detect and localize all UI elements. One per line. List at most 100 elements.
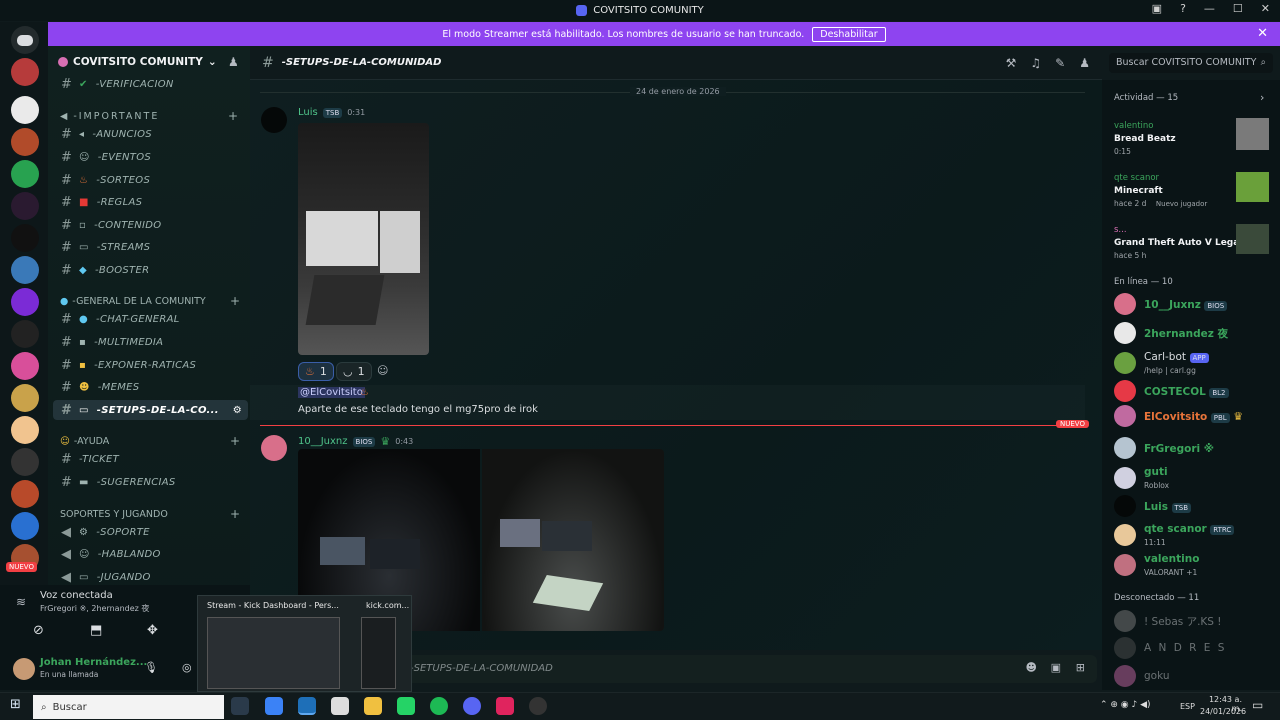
member-item[interactable]: valentino VALORANT +1	[1114, 552, 1274, 578]
channel-hablando[interactable]: ◀ ☺ -HABLANDO	[53, 544, 248, 564]
inbox-icon[interactable]: ▣	[1152, 2, 1162, 15]
add-member-icon[interactable]: ♟	[228, 55, 239, 69]
author-name[interactable]: 10__Juxnz	[298, 436, 348, 447]
server-icon[interactable]	[11, 512, 39, 540]
server-icon[interactable]	[11, 128, 39, 156]
edge-icon[interactable]	[298, 697, 316, 715]
channel-sugerencias[interactable]: # ▬ -SUGERENCIAS	[53, 472, 248, 492]
members-icon[interactable]: ♟	[1079, 56, 1090, 70]
discord-icon[interactable]	[463, 697, 481, 715]
close-window-icon[interactable]: ✕	[1261, 2, 1270, 15]
member-item[interactable]: qte scanor RTRC 11:11	[1114, 522, 1274, 548]
activity-item[interactable]: valentino Bread Beatz 0:15	[1114, 118, 1274, 157]
attachment-image[interactable]	[482, 449, 664, 631]
member-item[interactable]: ElCovitsito PBL ♛	[1114, 405, 1274, 427]
activity-item[interactable]: s... Grand Theft Auto V Legacy hace 5 h	[1114, 222, 1274, 261]
bell-icon[interactable]: ♫	[1030, 56, 1041, 70]
member-item[interactable]: 2hernandez 夜	[1114, 322, 1274, 344]
copilot-icon[interactable]	[265, 697, 283, 715]
reaction-fire[interactable]: ♨ 1	[298, 362, 334, 381]
preview-title[interactable]: kick.com...	[366, 601, 409, 610]
channel-reglas[interactable]: # ■ -REGLAS	[53, 192, 248, 212]
server-icon[interactable]	[11, 288, 39, 316]
activity-item[interactable]: qte scanor Minecraft hace 2 d Nuevo juga…	[1114, 170, 1274, 209]
channel-contenido[interactable]: # ▫ -CONTENIDO	[53, 215, 248, 235]
minimize-icon[interactable]: —	[1204, 2, 1215, 15]
windows-start-icon[interactable]: ⊞	[10, 697, 21, 712]
search-input[interactable]: Buscar COVITSITO COMUNITY ⌕	[1109, 53, 1273, 73]
task-view-icon[interactable]	[231, 697, 249, 715]
settings-icon[interactable]: ⚙	[233, 405, 242, 416]
server-icon[interactable]	[11, 448, 39, 476]
preview-thumbnail[interactable]	[361, 617, 396, 689]
member-item[interactable]: guti Roblox	[1114, 465, 1274, 491]
channel-soporte[interactable]: ◀ ⚙ -SOPORTE	[53, 522, 248, 542]
channel-sorteos[interactable]: # ♨ -SORTEOS	[53, 170, 248, 190]
activities-icon[interactable]: ✥	[147, 623, 158, 638]
add-reaction-icon[interactable]: ☺	[377, 364, 388, 377]
emoji-icon[interactable]: ☻	[1026, 661, 1037, 674]
camera-off-icon[interactable]: ⊘	[33, 623, 44, 638]
sticker-icon[interactable]: ▣	[1051, 661, 1061, 674]
author-name[interactable]: Luis	[298, 107, 318, 118]
category-general[interactable]: ● -GENERAL DE LA COMUNITY +	[60, 294, 240, 308]
category-ayuda[interactable]: ☺ -AYUDA +	[60, 434, 240, 448]
chevron-right-icon[interactable]: ›	[1260, 91, 1264, 104]
member-item[interactable]: COSTECOL BL2	[1114, 380, 1274, 402]
server-icon[interactable]	[11, 96, 39, 124]
preview-thumbnail[interactable]	[207, 617, 340, 689]
channel-booster[interactable]: # ◆ -BOOSTER	[53, 260, 248, 280]
microphone-icon[interactable]: 🎙	[144, 661, 158, 674]
add-channel-icon[interactable]: +	[230, 507, 240, 521]
category-soportes[interactable]: SOPORTES Y JUGANDO +	[60, 507, 240, 521]
channel-ticket[interactable]: # -TICKET	[53, 449, 248, 469]
server-icon[interactable]	[11, 256, 39, 284]
help-icon[interactable]: ?	[1180, 2, 1186, 15]
category-importante[interactable]: ◀ -IMPORTANTE +	[60, 109, 240, 123]
member-item[interactable]: FrGregori ※	[1114, 437, 1274, 459]
server-icon[interactable]	[11, 352, 39, 380]
tiktok-icon[interactable]	[496, 697, 514, 715]
channel-verificacion[interactable]: # ✔ -VERIFICACION	[53, 74, 248, 94]
add-channel-icon[interactable]: +	[230, 294, 240, 308]
disable-button[interactable]: Deshabilitar	[812, 26, 886, 42]
store-icon[interactable]	[331, 697, 349, 715]
server-icon[interactable]	[11, 58, 39, 86]
channel-setups[interactable]: # ▭ -SETUPS-DE-LA-CO... ⚙	[53, 400, 248, 420]
threads-icon[interactable]: ⚒	[1006, 56, 1017, 70]
reaction-emoji[interactable]: ◡ 1	[336, 362, 372, 381]
headphones-icon[interactable]: ◎	[182, 661, 192, 674]
file-explorer-icon[interactable]	[364, 697, 382, 715]
member-item[interactable]: Luis TSB	[1114, 495, 1274, 517]
mention-link[interactable]: @ElCovitsito	[298, 387, 365, 398]
server-icon[interactable]	[11, 192, 39, 220]
taskbar-search[interactable]: ⌕ Buscar	[33, 695, 224, 719]
member-item[interactable]: 10__Juxnz BIOS	[1114, 293, 1274, 315]
channel-memes[interactable]: # ☻ -MEMES	[53, 377, 248, 397]
language-indicator[interactable]: ESP	[1180, 702, 1195, 711]
preview-title[interactable]: Stream - Kick Dashboard - Pers...	[207, 601, 339, 610]
tray-icons[interactable]: ⌃ ⊕ ◉ ♪ ◀)	[1100, 700, 1151, 710]
channel-chat-general[interactable]: # ● -CHAT-GENERAL	[53, 309, 248, 329]
discord-home-icon[interactable]	[11, 26, 39, 54]
server-icon[interactable]	[11, 384, 39, 412]
spotify-icon[interactable]	[430, 697, 448, 715]
member-item[interactable]: Carl-bot APP/help | carl.gg	[1114, 350, 1274, 376]
channel-streams[interactable]: # ▭ -STREAMS	[53, 237, 248, 257]
member-item[interactable]: A N D R E S	[1114, 637, 1274, 659]
gift-icon[interactable]: ⊞	[1076, 661, 1085, 674]
channel-eventos[interactable]: # ☺ -EVENTOS	[53, 147, 248, 167]
obs-icon[interactable]	[529, 697, 547, 715]
whatsapp-icon[interactable]	[397, 697, 415, 715]
server-icon[interactable]	[11, 480, 39, 508]
maximize-icon[interactable]: ☐	[1233, 2, 1243, 15]
clock-date[interactable]: 24/01/2026	[1200, 707, 1246, 716]
member-item[interactable]: goku	[1114, 665, 1274, 687]
member-item[interactable]: ! Sebas ア.KS !	[1114, 610, 1274, 632]
add-channel-icon[interactable]: +	[228, 109, 240, 123]
attachment-image[interactable]	[298, 123, 429, 355]
screen-share-icon[interactable]: ⬒	[90, 623, 102, 638]
pin-icon[interactable]: ✎	[1055, 56, 1065, 70]
avatar[interactable]	[13, 658, 35, 680]
server-header[interactable]: COVITSITO COMUNITY ⌄	[58, 56, 217, 68]
